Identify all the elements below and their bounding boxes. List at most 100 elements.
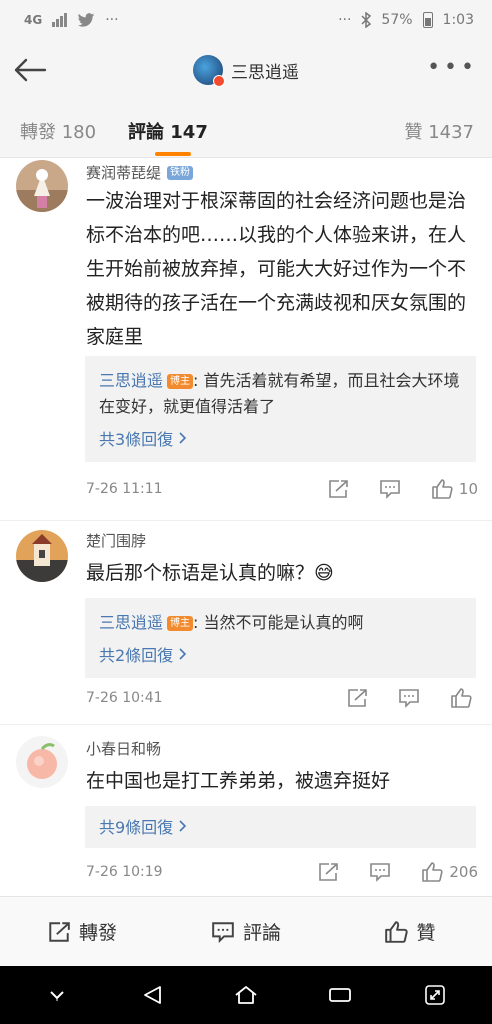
reply-author[interactable]: 三思逍遥: [99, 613, 163, 632]
share-button[interactable]: [346, 688, 368, 708]
nav-back-button[interactable]: [132, 975, 172, 1015]
more-options-icon[interactable]: •••: [427, 57, 478, 79]
verified-badge-icon: [213, 75, 225, 87]
bluetooth-icon: [361, 12, 372, 28]
comment-text: 在中国也是打工养弟弟，被遗弃挺好: [86, 770, 391, 792]
recents-icon: [329, 988, 352, 1002]
nav-home-button[interactable]: [226, 975, 266, 1015]
home-icon: [235, 986, 257, 1004]
divider: [0, 520, 492, 521]
comment-icon: [370, 863, 391, 882]
view-replies-label: 共2條回復: [99, 646, 174, 665]
share-icon: [319, 863, 339, 881]
commenter-name[interactable]: 小春日和畅: [86, 738, 161, 759]
view-replies-link[interactable]: 共9條回復: [99, 814, 462, 838]
nav-recents-button[interactable]: [320, 975, 360, 1015]
chevron-right-icon: [179, 820, 187, 832]
share-icon: [49, 921, 70, 942]
twitter-icon: [77, 12, 95, 27]
hide-keyboard-button[interactable]: [37, 975, 77, 1015]
status-more-right: ···: [338, 12, 352, 28]
comment-icon: [380, 480, 400, 499]
share-icon: [348, 689, 367, 707]
author-name: 三思逍遥: [231, 62, 299, 83]
triangle-back-icon: [143, 986, 161, 1004]
reply-line: 三思逍遥 博主: 首先活着就有希望，而且社会大环境在变好，就更值得活着了: [99, 368, 462, 420]
thumbs-up-icon: [451, 688, 472, 708]
comment-item: 赛润蒂琵缇 铁粉 一波治理对于根深蒂固的社会经济问题也是治标不治本的吧……以我的…: [0, 158, 492, 520]
comment-text: 最后那个标语是认真的嘛？😅: [86, 562, 334, 584]
system-nav-bar: [0, 966, 492, 1024]
share-button[interactable]: [327, 479, 349, 499]
comment-time: 7-26 10:19: [86, 864, 163, 880]
thumbs-up-icon: [432, 479, 453, 499]
view-replies-label: 共3條回復: [99, 430, 174, 449]
clock: 1:03: [442, 12, 474, 28]
share-button[interactable]: [317, 862, 339, 882]
comment-text: 一波治理对于根深蒂固的社会经济问题也是治标不治本的吧……以我的个人体验来讲，在人…: [86, 190, 467, 348]
author-title[interactable]: 三思逍遥: [193, 55, 299, 87]
view-replies-link[interactable]: 共3條回復: [99, 426, 462, 450]
reply-box[interactable]: 共9條回復: [85, 806, 476, 848]
avatar[interactable]: [16, 160, 68, 212]
bottom-action-bar: 轉發 評論 贊: [0, 896, 492, 966]
repost-button[interactable]: 轉發: [0, 897, 164, 966]
author-avatar: [193, 55, 225, 87]
like-post-button[interactable]: 贊: [328, 897, 492, 966]
thumbs-up-icon: [385, 920, 409, 943]
like-button[interactable]: [450, 687, 478, 709]
battery-percent: 57%: [381, 12, 413, 28]
like-button[interactable]: 10: [431, 478, 478, 500]
comment-item: 小春日和畅 在中国也是打工养弟弟，被遗弃挺好 共9條回復 7-26 10:19 …: [0, 728, 492, 894]
comment-meta: 7-26 11:11 10: [86, 474, 478, 504]
view-replies-link[interactable]: 共2條回復: [99, 642, 462, 666]
comment-time: 7-26 11:11: [86, 481, 163, 497]
reply-line: 三思逍遥 博主: 当然不可能是认真的啊: [99, 610, 462, 636]
signal-icon: [52, 13, 68, 27]
reply-box[interactable]: 三思逍遥 博主: 当然不可能是认真的啊 共2條回復: [85, 598, 476, 678]
reply-button[interactable]: [379, 479, 401, 499]
avatar[interactable]: [16, 736, 68, 788]
share-icon: [329, 480, 348, 498]
comment-time: 7-26 10:41: [86, 690, 163, 706]
tab-repost[interactable]: 轉發 180: [20, 118, 96, 144]
active-tab-indicator: [155, 152, 191, 156]
chevron-right-icon: [179, 432, 187, 444]
view-replies-label: 共9條回復: [99, 818, 174, 837]
reply-text: : 当然不可能是认真的啊: [193, 613, 364, 632]
repost-label: 轉發: [78, 922, 117, 944]
reply-box[interactable]: 三思逍遥 博主: 首先活着就有希望，而且社会大环境在变好，就更值得活着了 共3條回…: [85, 356, 476, 462]
battery-icon: [422, 12, 433, 28]
expand-icon: [424, 985, 445, 1005]
status-bar: 4G ··· ··· 57% 1:03: [0, 0, 492, 40]
reply-button[interactable]: [398, 688, 420, 708]
network-type: 4G: [24, 13, 43, 27]
back-button[interactable]: [12, 52, 48, 88]
fan-badge: 铁粉: [167, 165, 194, 180]
comment-meta: 7-26 10:19 206: [86, 857, 478, 887]
host-badge: 博主: [167, 374, 194, 389]
comment-item: 楚门围脖 最后那个标语是认真的嘛？😅 三思逍遥 博主: 当然不可能是认真的啊 共2…: [0, 524, 492, 724]
reply-author[interactable]: 三思逍遥: [99, 371, 163, 390]
like-button[interactable]: 206: [421, 861, 478, 883]
comment-icon: [399, 689, 419, 708]
divider: [0, 724, 492, 725]
commenter-name[interactable]: 赛润蒂琵缇: [86, 162, 161, 183]
chevron-right-icon: [179, 648, 187, 660]
comment-icon: [212, 921, 234, 943]
top-header: 三思逍遥 •••: [0, 40, 492, 100]
reply-button[interactable]: [369, 862, 391, 882]
host-badge: 博主: [167, 616, 194, 631]
like-count: 206: [449, 863, 478, 881]
tab-bar: 轉發 180 評論 147 贊 1437: [0, 100, 492, 158]
back-arrow-icon: [14, 58, 47, 82]
avatar[interactable]: [16, 530, 68, 582]
comment-meta: 7-26 10:41: [86, 683, 478, 713]
tab-like[interactable]: 贊 1437: [404, 118, 474, 144]
like-count: 10: [458, 480, 478, 498]
like-label: 贊: [416, 922, 436, 944]
thumbs-up-icon: [422, 862, 443, 882]
nav-expand-button[interactable]: [415, 975, 455, 1015]
comment-button[interactable]: 評論: [164, 897, 328, 966]
commenter-name[interactable]: 楚门围脖: [86, 530, 146, 551]
